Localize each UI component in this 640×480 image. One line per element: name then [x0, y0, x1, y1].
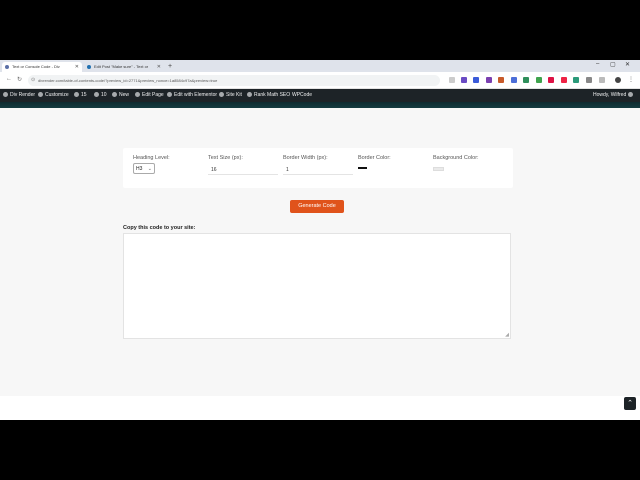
admin-bar-rank-math[interactable]: Rank Math SEO [247, 89, 290, 102]
heading-level-select[interactable]: H3 ⌄ [133, 163, 155, 174]
plus-icon [112, 92, 117, 97]
scroll-to-top-button[interactable]: ⌃ [624, 397, 636, 410]
background-color-picker[interactable] [433, 167, 444, 171]
extension-icon[interactable] [586, 77, 592, 83]
admin-bar-elementor[interactable]: Edit with Elementor [167, 89, 217, 102]
avatar [628, 92, 634, 97]
maximize-icon[interactable]: ▢ [610, 61, 616, 68]
reload-icon[interactable]: ↻ [17, 76, 22, 83]
generate-code-button[interactable]: Generate Code [290, 200, 344, 213]
extension-icon[interactable] [536, 77, 542, 83]
admin-bar-updates[interactable]: 15 [74, 89, 87, 102]
settings-panel: Heading Level: H3 ⌄ Text Size (px): 16 B… [123, 148, 513, 188]
wp-admin-bar: Div Render Customize 15 10 New Edit Page… [0, 89, 640, 102]
home-icon [3, 92, 8, 97]
border-width-label: Border Width (px): [283, 155, 328, 161]
url-input[interactable]: ⊙ divrender.com/table-of-contents-code/?… [28, 75, 440, 86]
background-color-field: Background Color: [433, 155, 503, 171]
chart-icon [247, 92, 252, 97]
tab-title: Edit Post "Make sure" - Text or [94, 64, 149, 69]
admin-bar-site[interactable]: Div Render [3, 89, 35, 102]
admin-bar-comments[interactable]: 10 [94, 89, 107, 102]
text-size-field: Text Size (px): 16 [208, 155, 278, 175]
more-menu-icon[interactable]: ⋮ [628, 76, 634, 83]
profile-avatar-icon[interactable] [615, 77, 621, 83]
copy-code-label: Copy this code to your site: [123, 225, 196, 231]
admin-bar-account[interactable]: Howdy, Wilfred [593, 89, 635, 102]
footer [0, 396, 640, 420]
google-icon [219, 92, 224, 97]
site-favicon-icon [5, 65, 9, 69]
browser-tab[interactable]: Edit Post "Make sure" - Text or ✕ [84, 62, 164, 72]
pencil-icon [135, 92, 140, 97]
admin-bar-wpcode[interactable]: WPCode [292, 89, 312, 102]
browser-tab-active[interactable]: Text or Console Code - Div ✕ [2, 62, 82, 72]
border-color-label: Border Color: [358, 155, 391, 161]
admin-bar-site-kit[interactable]: Site Kit [219, 89, 242, 102]
url-text: divrender.com/table-of-contents-code/?pr… [38, 78, 218, 83]
site-info-icon: ⊙ [31, 77, 36, 83]
browser-tab-strip: Text or Console Code - Div ✕ Edit Post "… [0, 60, 640, 72]
extension-icon[interactable] [449, 77, 455, 83]
close-tab-icon[interactable]: ✕ [75, 62, 79, 72]
extension-icon[interactable] [461, 77, 467, 83]
back-icon[interactable]: ← [6, 76, 12, 82]
screen: Text or Console Code - Div ✕ Edit Post "… [0, 60, 640, 420]
code-output-textarea[interactable]: ◢ [123, 233, 511, 339]
wordpress-favicon-icon [87, 65, 91, 69]
border-color-picker[interactable] [358, 167, 367, 169]
extension-icon[interactable] [486, 77, 492, 83]
extension-icon[interactable] [498, 77, 504, 83]
brush-icon [38, 92, 43, 97]
tab-title: Text or Console Code - Div [12, 64, 60, 69]
address-bar: ← ↻ ⊙ divrender.com/table-of-contents-co… [0, 72, 640, 89]
admin-bar-edit-page[interactable]: Edit Page [135, 89, 164, 102]
text-size-input[interactable]: 16 [208, 165, 278, 175]
chevron-down-icon: ⌄ [147, 166, 152, 172]
elementor-icon [167, 92, 172, 97]
close-window-icon[interactable]: ✕ [625, 61, 630, 68]
border-width-field: Border Width (px): 1 [283, 155, 353, 175]
new-tab-icon[interactable]: + [168, 62, 172, 71]
minimize-icon[interactable]: – [596, 61, 599, 67]
updates-icon [74, 92, 79, 97]
heading-level-label: Heading Level: [133, 155, 170, 161]
heading-level-field: Heading Level: H3 ⌄ [133, 155, 203, 174]
border-width-input[interactable]: 1 [283, 165, 353, 175]
extension-icon[interactable] [561, 77, 567, 83]
background-color-label: Background Color: [433, 155, 479, 161]
comments-icon [94, 92, 99, 97]
admin-bar-new[interactable]: New [112, 89, 129, 102]
border-color-field: Border Color: [358, 155, 428, 169]
extensions-icon[interactable] [599, 77, 605, 83]
chevron-up-icon: ⌃ [627, 400, 633, 407]
extension-icon[interactable] [511, 77, 517, 83]
extension-icon[interactable] [548, 77, 554, 83]
extension-icon[interactable] [573, 77, 579, 83]
close-tab-icon[interactable]: ✕ [157, 62, 161, 72]
extension-icon[interactable] [473, 77, 479, 83]
text-size-label: Text Size (px): [208, 155, 243, 161]
resize-handle-icon[interactable]: ◢ [505, 332, 509, 338]
extension-icon[interactable] [523, 77, 529, 83]
admin-bar-customize[interactable]: Customize [38, 89, 69, 102]
